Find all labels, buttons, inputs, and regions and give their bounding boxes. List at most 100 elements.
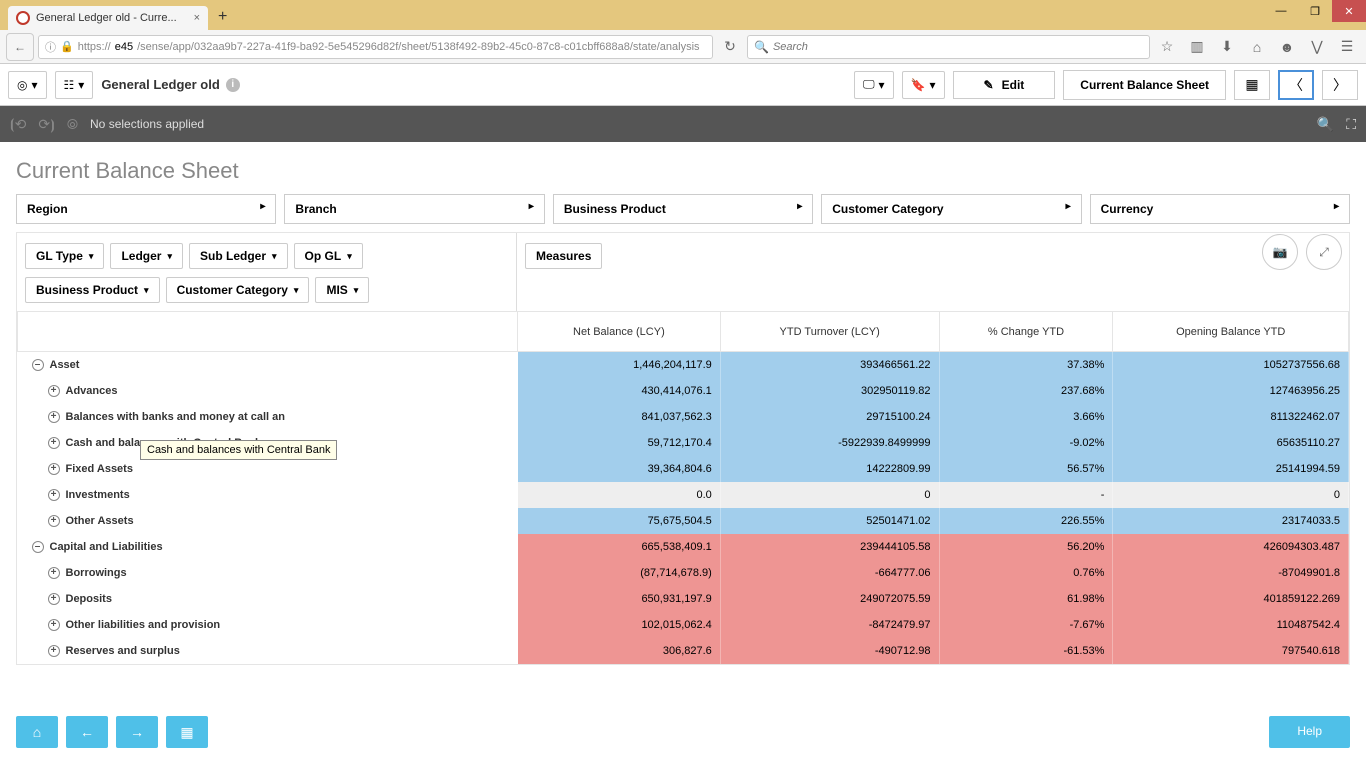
downloads-icon[interactable]: ⬇ bbox=[1214, 34, 1240, 60]
row-text: Fixed Assets bbox=[66, 463, 133, 475]
dim-op-gl[interactable]: Op GL bbox=[294, 243, 363, 269]
snapshot-button[interactable]: 📷 bbox=[1262, 234, 1298, 270]
expand-icon[interactable]: + bbox=[48, 619, 60, 631]
row-label[interactable]: –Asset bbox=[26, 356, 510, 374]
expand-icon[interactable]: + bbox=[48, 593, 60, 605]
cell: -7.67% bbox=[939, 612, 1113, 638]
selection-text: No selections applied bbox=[90, 117, 204, 131]
selection-clear-icon[interactable]: ⦾ bbox=[67, 116, 78, 133]
bottom-bar: ⌂ ← → ▦ Help bbox=[16, 716, 1350, 748]
filter-currency[interactable]: Currency bbox=[1090, 194, 1350, 224]
browser-tab-strip: General Ledger old - Curre... × + — ❐ ✕ bbox=[0, 0, 1366, 30]
forward-nav-button[interactable]: → bbox=[116, 716, 158, 748]
row-label[interactable]: +Deposits bbox=[26, 590, 510, 608]
measures-button[interactable]: Measures bbox=[525, 243, 602, 269]
expand-icon[interactable]: + bbox=[48, 411, 60, 423]
column-header[interactable]: Net Balance (LCY) bbox=[518, 312, 721, 352]
table-row: +Balances with banks and money at call a… bbox=[18, 404, 1349, 430]
back-nav-button[interactable]: ← bbox=[66, 716, 108, 748]
cell: 1052737556.68 bbox=[1113, 352, 1349, 379]
home-button[interactable]: ⌂ bbox=[16, 716, 58, 748]
help-button[interactable]: Help bbox=[1269, 716, 1350, 748]
close-icon[interactable]: × bbox=[194, 12, 200, 24]
cell: 23174033.5 bbox=[1113, 508, 1349, 534]
row-label[interactable]: +Other Assets bbox=[26, 512, 510, 530]
dim-ledger[interactable]: Ledger bbox=[110, 243, 183, 269]
list-menu-button[interactable]: ☷▾ bbox=[55, 71, 94, 99]
sheets-grid-button[interactable]: ▦ bbox=[1234, 70, 1270, 100]
expand-icon[interactable]: + bbox=[48, 645, 60, 657]
expand-icon[interactable]: + bbox=[48, 567, 60, 579]
dim-gl-type[interactable]: GL Type bbox=[25, 243, 104, 269]
search-box[interactable]: 🔍 bbox=[747, 35, 1150, 59]
collapse-icon[interactable]: – bbox=[32, 541, 44, 553]
search-icon[interactable]: 🔍 bbox=[1317, 116, 1334, 133]
cell: 65635110.27 bbox=[1113, 430, 1349, 456]
selection-fwd-icon[interactable]: ⟳⦘ bbox=[38, 116, 54, 133]
info-icon[interactable]: i bbox=[226, 78, 240, 92]
dim-sub-ledger[interactable]: Sub Ledger bbox=[189, 243, 288, 269]
menu-icon[interactable]: ☰ bbox=[1334, 34, 1360, 60]
bookmark-menu-button[interactable]: 🔖▾ bbox=[902, 71, 945, 99]
bookmark-star-icon[interactable]: ☆ bbox=[1154, 34, 1180, 60]
row-label[interactable]: + Fixed Assets bbox=[26, 460, 510, 478]
column-header[interactable]: Opening Balance YTD bbox=[1113, 312, 1349, 352]
device-menu-button[interactable]: 🖵▾ bbox=[854, 71, 894, 99]
back-button[interactable]: ← bbox=[6, 33, 34, 61]
collapse-icon[interactable]: – bbox=[32, 359, 44, 371]
url-input[interactable]: ⓘ 🔒 https://e45/sense/app/032aa9b7-227a-… bbox=[38, 35, 713, 59]
expand-icon[interactable]: + bbox=[48, 437, 60, 449]
cell: 37.38% bbox=[939, 352, 1113, 379]
dim-customer-category[interactable]: Customer Category bbox=[166, 277, 310, 303]
prev-sheet-button[interactable]: 〈 bbox=[1278, 70, 1314, 100]
dim-row-2: Business ProductCustomer CategoryMIS bbox=[25, 277, 508, 303]
grid-nav-button[interactable]: ▦ bbox=[166, 716, 208, 748]
library-icon[interactable]: ▥ bbox=[1184, 34, 1210, 60]
row-label[interactable]: +Balances with banks and money at call a… bbox=[26, 408, 510, 426]
cell: - bbox=[939, 482, 1113, 508]
dim-row-1: GL TypeLedgerSub LedgerOp GL bbox=[25, 243, 508, 269]
expand-icon[interactable]: + bbox=[48, 463, 60, 475]
browser-tab[interactable]: General Ledger old - Curre... × bbox=[8, 6, 208, 30]
column-header[interactable]: YTD Turnover (LCY) bbox=[720, 312, 939, 352]
search-input[interactable] bbox=[773, 41, 1143, 53]
window-close-button[interactable]: ✕ bbox=[1332, 0, 1366, 22]
maximize-button[interactable]: ❐ bbox=[1298, 0, 1332, 22]
row-label[interactable]: +Borrowings bbox=[26, 564, 510, 582]
table-row: –Capital and Liabilities665,538,409.1239… bbox=[18, 534, 1349, 560]
row-label[interactable]: +Advances bbox=[26, 382, 510, 400]
expand-icon[interactable]: + bbox=[48, 385, 60, 397]
nav-menu-button[interactable]: ◎▾ bbox=[8, 71, 47, 99]
home-icon[interactable]: ⌂ bbox=[1244, 34, 1270, 60]
expand-icon[interactable]: + bbox=[48, 515, 60, 527]
dim-mis[interactable]: MIS bbox=[315, 277, 369, 303]
column-header[interactable]: % Change YTD bbox=[939, 312, 1113, 352]
selection-back-icon[interactable]: ⦗⟲ bbox=[10, 116, 26, 133]
new-tab-button[interactable]: + bbox=[208, 4, 237, 30]
row-label[interactable]: –Capital and Liabilities bbox=[26, 538, 510, 556]
row-label[interactable]: +Investments bbox=[26, 486, 510, 504]
cell: 226.55% bbox=[939, 508, 1113, 534]
next-sheet-button[interactable]: 〉 bbox=[1322, 70, 1358, 100]
sheet-name-button[interactable]: Current Balance Sheet bbox=[1063, 70, 1226, 100]
minimize-button[interactable]: — bbox=[1264, 0, 1298, 22]
row-label[interactable]: +Reserves and surplus bbox=[26, 642, 510, 660]
expand-icon[interactable]: ⛶ bbox=[1346, 116, 1356, 133]
pocket-icon[interactable]: ⋁ bbox=[1304, 34, 1330, 60]
row-label[interactable]: +Other liabilities and provision bbox=[26, 616, 510, 634]
dimensions-panel: GL TypeLedgerSub LedgerOp GL Business Pr… bbox=[17, 233, 517, 311]
expand-icon[interactable]: + bbox=[48, 489, 60, 501]
filter-business-product[interactable]: Business Product bbox=[553, 194, 813, 224]
filter-customer-category[interactable]: Customer Category bbox=[821, 194, 1081, 224]
filter-branch[interactable]: Branch bbox=[284, 194, 544, 224]
cell: 56.20% bbox=[939, 534, 1113, 560]
edit-button[interactable]: ✎ Edit bbox=[953, 71, 1056, 99]
filter-region[interactable]: Region bbox=[16, 194, 276, 224]
cell: 401859122.269 bbox=[1113, 586, 1349, 612]
fullscreen-button[interactable]: ⤢ bbox=[1306, 234, 1342, 270]
dim-business-product[interactable]: Business Product bbox=[25, 277, 160, 303]
tab-favicon bbox=[16, 11, 30, 25]
reload-button[interactable]: ↻ bbox=[717, 34, 743, 60]
cell: 249072075.59 bbox=[720, 586, 939, 612]
face-icon[interactable]: ☻ bbox=[1274, 34, 1300, 60]
